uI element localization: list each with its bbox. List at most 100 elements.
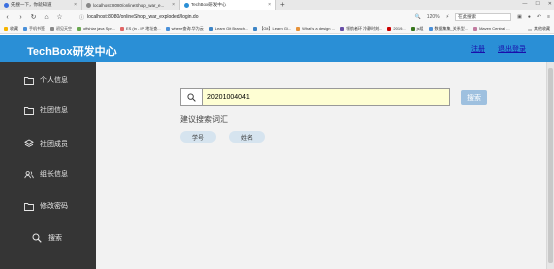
- logout-link[interactable]: 退出登录: [498, 44, 526, 54]
- bookmark-label: 数据集集_关系型...: [434, 25, 469, 31]
- register-link[interactable]: 注册: [471, 44, 485, 54]
- forward-icon[interactable]: ›: [17, 14, 24, 21]
- bookmark-icon: [339, 26, 344, 31]
- bookmark-item[interactable]: 【Git】Learn Gi...: [253, 26, 291, 32]
- extension-icon[interactable]: ●: [528, 14, 531, 20]
- bookmark-icon: [428, 26, 433, 31]
- bookmark-label: 领航者环 冷静时刻...: [345, 25, 383, 31]
- sidebar-item-personal-info[interactable]: 个人信息: [0, 70, 96, 90]
- bookmark-icon: [50, 26, 54, 31]
- page-favicon-icon: [184, 2, 189, 8]
- sidebar-item-label: 组长信息: [40, 171, 68, 178]
- baidu-favicon-icon: [4, 2, 9, 8]
- browser-tab-bar: 先搜一下，你就知道 × localhost:8080/onlineShop_wa…: [0, 0, 554, 10]
- bookmark-item[interactable]: 初见天空: [50, 26, 72, 32]
- suggestion-title: 建议搜索词汇: [180, 115, 228, 124]
- folder-icon: [24, 75, 34, 85]
- star-icon[interactable]: ☆: [56, 13, 63, 21]
- bookmark-item[interactable]: Learn Git Branch...: [208, 26, 248, 31]
- search-input[interactable]: 20201004041: [202, 88, 450, 106]
- bookmark-icon: [296, 26, 301, 31]
- sidebar-item-label: 搜索: [48, 235, 62, 242]
- bookmark-item[interactable]: 手机书签: [23, 26, 45, 32]
- scrollbar-thumb[interactable]: [548, 68, 553, 263]
- bookmark-item[interactable]: offshiar java Spr...: [77, 26, 115, 31]
- search-bar: 20201004041: [180, 88, 450, 106]
- zoom-level[interactable]: 120%: [427, 14, 440, 20]
- sidebar-item-club-info[interactable]: 社团信息: [0, 100, 96, 120]
- extension-icon[interactable]: ▣: [517, 14, 522, 20]
- undo-icon[interactable]: ↶: [537, 14, 541, 20]
- bookmark-icon: [119, 26, 124, 31]
- close-window-icon[interactable]: ✕: [548, 0, 552, 9]
- search-button[interactable]: 搜索: [461, 90, 487, 105]
- tab-title: 先搜一下，你就知道: [11, 2, 52, 7]
- browser-nav-bar: ‹ › ↻ ⌂ ☆ ⓘ localhost:8080/onlineShop_wa…: [0, 10, 554, 24]
- browser-tab-localhost[interactable]: localhost:8080/onlineShop_war_e... ×: [82, 0, 180, 10]
- search-icon: [180, 88, 202, 106]
- search-input-value: 20201004041: [207, 93, 250, 101]
- bookmark-icon: [473, 26, 478, 31]
- vertical-scrollbar[interactable]: [546, 62, 554, 269]
- bookmark-label: 收藏: [10, 25, 18, 31]
- layers-icon: [24, 139, 34, 149]
- info-icon: ⓘ: [79, 14, 85, 21]
- bookmark-item[interactable]: 数据集集_关系型...: [428, 25, 469, 32]
- folder-icon: ▭: [528, 26, 532, 32]
- bookmark-label: js组: [416, 25, 424, 31]
- bookmark-item[interactable]: 2019...: [387, 26, 406, 31]
- bookmark-item[interactable]: 收藏: [4, 26, 18, 32]
- browser-search-input[interactable]: 在此搜索: [455, 13, 512, 21]
- bookmark-icon: [4, 26, 8, 31]
- bookmark-label: offshiar java Spr...: [83, 26, 115, 31]
- sidebar-item-change-password[interactable]: 修改密码: [0, 196, 96, 216]
- sidebar-item-leader-info[interactable]: 组长信息: [0, 164, 96, 184]
- close-icon[interactable]: ×: [74, 2, 77, 8]
- bookmark-icon: [253, 26, 258, 31]
- sidebar: 个人信息 社团信息 社团成员 组长信息 修改密码 搜索: [0, 62, 96, 269]
- address-text: localhost:8080/onlineShop_war_exploded/l…: [87, 14, 199, 20]
- sidebar-item-label: 修改密码: [40, 203, 68, 210]
- other-bookmarks-label: 其他收藏: [534, 26, 550, 31]
- sidebar-item-club-members[interactable]: 社团成员: [0, 134, 96, 154]
- sidebar-item-search[interactable]: 搜索: [0, 228, 96, 248]
- browser-tab-techbox[interactable]: TechBox研发中心 ×: [180, 0, 276, 10]
- bookmarks-bar: 收藏 手机书签 初见天空 offshiar java Spr... ES (in…: [0, 24, 554, 34]
- sidebar-item-label: 个人信息: [40, 77, 68, 84]
- bookmark-label: 【Git】Learn Gi...: [259, 25, 292, 31]
- folder-icon: [24, 105, 34, 115]
- search-icon: [32, 233, 42, 243]
- suggestion-chip-name[interactable]: 姓名: [229, 131, 265, 143]
- bookmark-label: 2019...: [393, 26, 406, 31]
- browser-tab-baidu[interactable]: 先搜一下，你就知道 ×: [0, 0, 82, 10]
- minimize-icon[interactable]: —: [522, 0, 527, 9]
- page-favicon-icon: [86, 2, 91, 8]
- other-bookmarks[interactable]: ▭ 其他收藏: [525, 24, 550, 33]
- bookmark-icon: [410, 26, 415, 31]
- bookmark-icon: [23, 26, 27, 31]
- sidebar-item-label: 社团信息: [40, 107, 68, 114]
- sidebar-item-label: 社团成员: [40, 141, 68, 148]
- window-controls: — ☐ ✕: [522, 0, 552, 9]
- new-tab-button[interactable]: +: [276, 0, 289, 10]
- bookmark-item[interactable]: Maven Central ...: [473, 26, 510, 31]
- home-icon[interactable]: ⌂: [43, 14, 50, 21]
- bookmark-label: What's a design ...: [302, 26, 335, 31]
- bookmark-item[interactable]: js组: [410, 25, 424, 32]
- menu-icon[interactable]: ≡: [547, 14, 550, 20]
- address-bar[interactable]: ⓘ localhost:8080/onlineShop_war_exploded…: [79, 12, 279, 22]
- suggestion-chip-student-id[interactable]: 学号: [180, 131, 216, 143]
- bookmark-icon: [208, 26, 213, 31]
- lightning-icon[interactable]: ⚡: [446, 14, 450, 20]
- back-icon[interactable]: ‹: [4, 14, 11, 21]
- reload-icon[interactable]: ↻: [30, 13, 37, 21]
- bookmark-item[interactable]: ES (in - IP 地址查...: [119, 26, 161, 32]
- bookmark-item[interactable]: 领航者环 冷静时刻...: [339, 25, 383, 32]
- bookmark-icon: [165, 26, 170, 31]
- bookmark-item[interactable]: What's a design ...: [296, 26, 335, 31]
- maximize-icon[interactable]: ☐: [535, 0, 539, 9]
- bookmark-item[interactable]: where查询-华为云: [165, 26, 204, 32]
- bookmark-icon: [387, 26, 392, 31]
- close-icon[interactable]: ×: [268, 2, 271, 8]
- close-icon[interactable]: ×: [172, 2, 175, 8]
